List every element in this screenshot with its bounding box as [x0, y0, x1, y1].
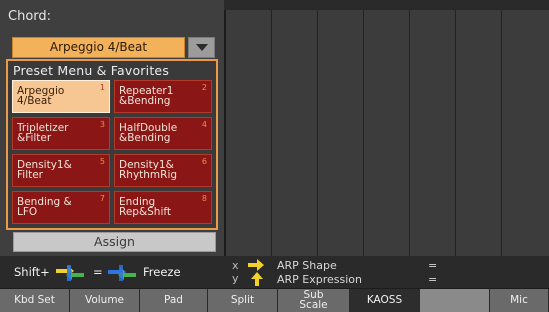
- tab-volume[interactable]: Volume: [70, 289, 140, 312]
- pad-grid-line: [363, 10, 364, 256]
- favorite-number: 7: [99, 194, 105, 203]
- favorite-button-8[interactable]: Ending Rep&Shift 8: [114, 191, 212, 224]
- favorite-number: 2: [201, 83, 207, 92]
- assign-button[interactable]: Assign: [13, 232, 216, 252]
- kaoss-pad[interactable]: [226, 10, 549, 256]
- x-axis-label: x: [232, 259, 239, 272]
- tab-pad[interactable]: Pad: [140, 289, 208, 312]
- y-axis-label: y: [232, 272, 239, 285]
- tab-empty[interactable]: [420, 289, 490, 312]
- favorite-button-2[interactable]: Repeater1 &Bending 2: [114, 80, 212, 113]
- pad-grid-line: [501, 10, 502, 256]
- arrow-up-icon: [251, 272, 263, 286]
- chevron-down-icon: [196, 44, 208, 51]
- favorite-label: Ending Rep&Shift: [119, 196, 172, 218]
- favorite-label: Tripletizer &Filter: [17, 122, 69, 144]
- chord-panel: Chord: Arpeggio 4/Beat Preset Menu & Fav…: [0, 0, 224, 256]
- favorite-label: Density1& RhythmRig: [119, 159, 178, 181]
- pad-frame: [224, 0, 549, 10]
- favorite-number: 3: [99, 120, 105, 129]
- favorites-title: Preset Menu & Favorites: [13, 63, 170, 78]
- y-param-label: ARP Expression: [277, 273, 363, 286]
- pad-grid-line: [271, 10, 272, 256]
- favorite-button-1[interactable]: Arpeggio 4/Beat 1: [12, 80, 110, 113]
- favorite-number: 6: [201, 157, 207, 166]
- pad-grid-line: [455, 10, 456, 256]
- freeze-label: Freeze: [143, 265, 181, 279]
- favorite-number: 4: [201, 120, 207, 129]
- shift-label: Shift+: [14, 265, 50, 279]
- pad-grid-line: [317, 10, 318, 256]
- favorite-button-3[interactable]: Tripletizer &Filter 3: [12, 117, 110, 150]
- favorites-panel: Preset Menu & Favorites Arpeggio 4/Beat …: [6, 59, 218, 230]
- favorite-button-7[interactable]: Bending & LFO 7: [12, 191, 110, 224]
- tab-split[interactable]: Split: [208, 289, 278, 312]
- favorite-number: 1: [99, 83, 105, 92]
- xy-arrows-icon: [56, 265, 84, 281]
- favorite-label: HalfDouble &Bending: [119, 122, 178, 144]
- pad-grid-line: [409, 10, 410, 256]
- favorite-number: 5: [99, 157, 105, 166]
- favorite-number: 8: [201, 194, 207, 203]
- x-param-label: ARP Shape: [277, 259, 337, 272]
- tab-mic[interactable]: Mic: [490, 289, 549, 312]
- equals-sign: =: [93, 265, 103, 279]
- chord-select-value[interactable]: Arpeggio 4/Beat: [12, 37, 185, 58]
- tab-kbd-set[interactable]: Kbd Set: [0, 289, 70, 312]
- bottom-tab-bar: Kbd Set Volume Pad Split Sub Scale KAOSS…: [0, 289, 549, 312]
- xy-assignment-info: x y ARP Shape ARP Expression = =: [224, 256, 549, 288]
- y-param-value: =: [428, 273, 438, 286]
- favorite-label: Density1& Filter: [17, 159, 72, 181]
- favorite-button-6[interactable]: Density1& RhythmRig 6: [114, 154, 212, 187]
- chord-label: Chord:: [8, 9, 52, 24]
- x-param-value: =: [428, 259, 438, 272]
- chord-select[interactable]: Arpeggio 4/Beat: [12, 37, 215, 58]
- favorite-label: Arpeggio 4/Beat: [17, 85, 65, 107]
- chord-dropdown-button[interactable]: [188, 37, 215, 58]
- favorite-label: Repeater1 &Bending: [119, 85, 174, 107]
- freeze-arrows-icon: [108, 265, 136, 281]
- tab-kaoss[interactable]: KAOSS: [350, 289, 420, 312]
- arrow-right-icon: [248, 259, 264, 271]
- shift-freeze-info: Shift+ = Freeze: [0, 256, 224, 288]
- favorite-button-4[interactable]: HalfDouble &Bending 4: [114, 117, 212, 150]
- tab-sub-scale[interactable]: Sub Scale: [278, 289, 350, 312]
- favorite-button-5[interactable]: Density1& Filter 5: [12, 154, 110, 187]
- favorite-label: Bending & LFO: [17, 196, 72, 218]
